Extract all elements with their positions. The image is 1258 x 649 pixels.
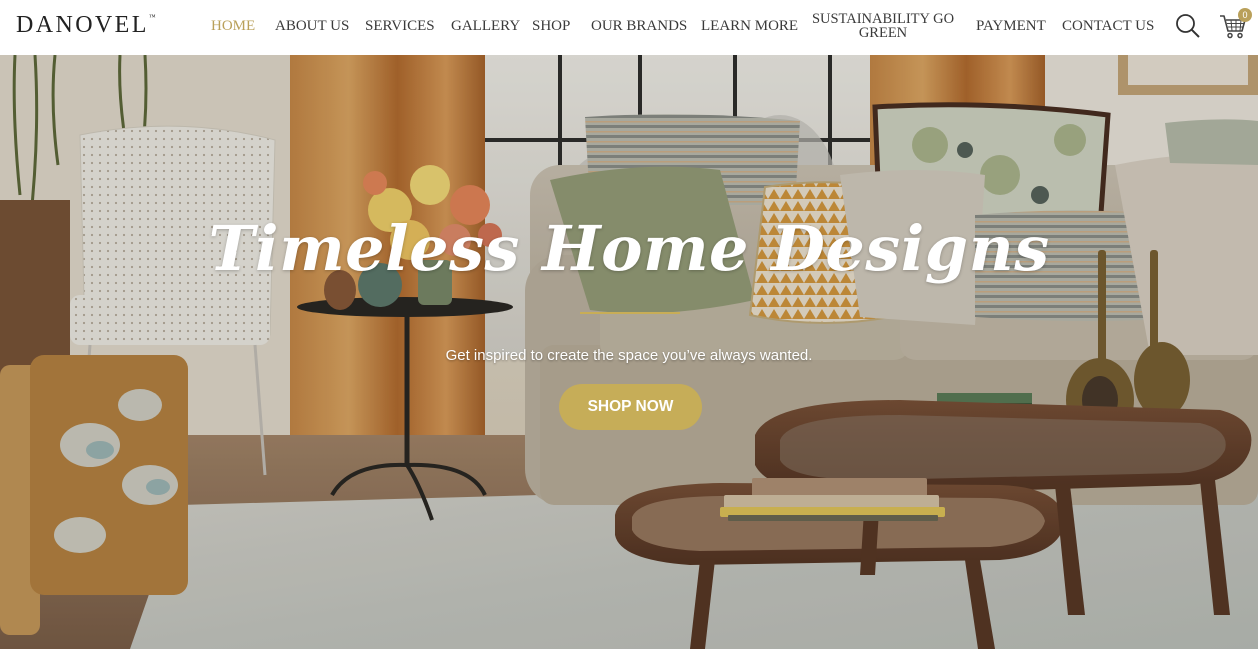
nav-payment[interactable]: PAYMENT [976, 18, 1046, 35]
hero-subtitle: Get inspired to create the space you’ve … [445, 347, 813, 364]
nav-our-brands[interactable]: OUR BRANDS [591, 18, 687, 35]
hero-divider [580, 312, 680, 314]
nav-sustainability[interactable]: SUSTAINABILITY GO GREEN [808, 12, 958, 41]
nav-about-us[interactable]: ABOUT US [275, 18, 349, 35]
nav-home[interactable]: HOME [211, 18, 255, 35]
site-header: DANOVEL™ HOME ABOUT US SERVICES GALLERY … [0, 0, 1258, 55]
nav-gallery[interactable]: GALLERY [451, 18, 520, 35]
nav-contact-us[interactable]: CONTACT US [1062, 18, 1154, 35]
nav-services[interactable]: SERVICES [365, 18, 435, 35]
search-icon[interactable] [1175, 13, 1201, 39]
hero-title: Timeless Home Designs [208, 212, 1050, 285]
shop-now-button[interactable]: SHOP NOW [559, 384, 702, 430]
main-navigation: HOME ABOUT US SERVICES GALLERY SHOP OUR … [0, 0, 1258, 55]
nav-shop[interactable]: SHOP [532, 18, 570, 35]
cart-count-badge: 0 [1238, 8, 1252, 22]
hero-banner: Timeless Home Designs Get inspired to cr… [0, 55, 1258, 649]
nav-learn-more[interactable]: LEARN MORE [701, 18, 798, 35]
